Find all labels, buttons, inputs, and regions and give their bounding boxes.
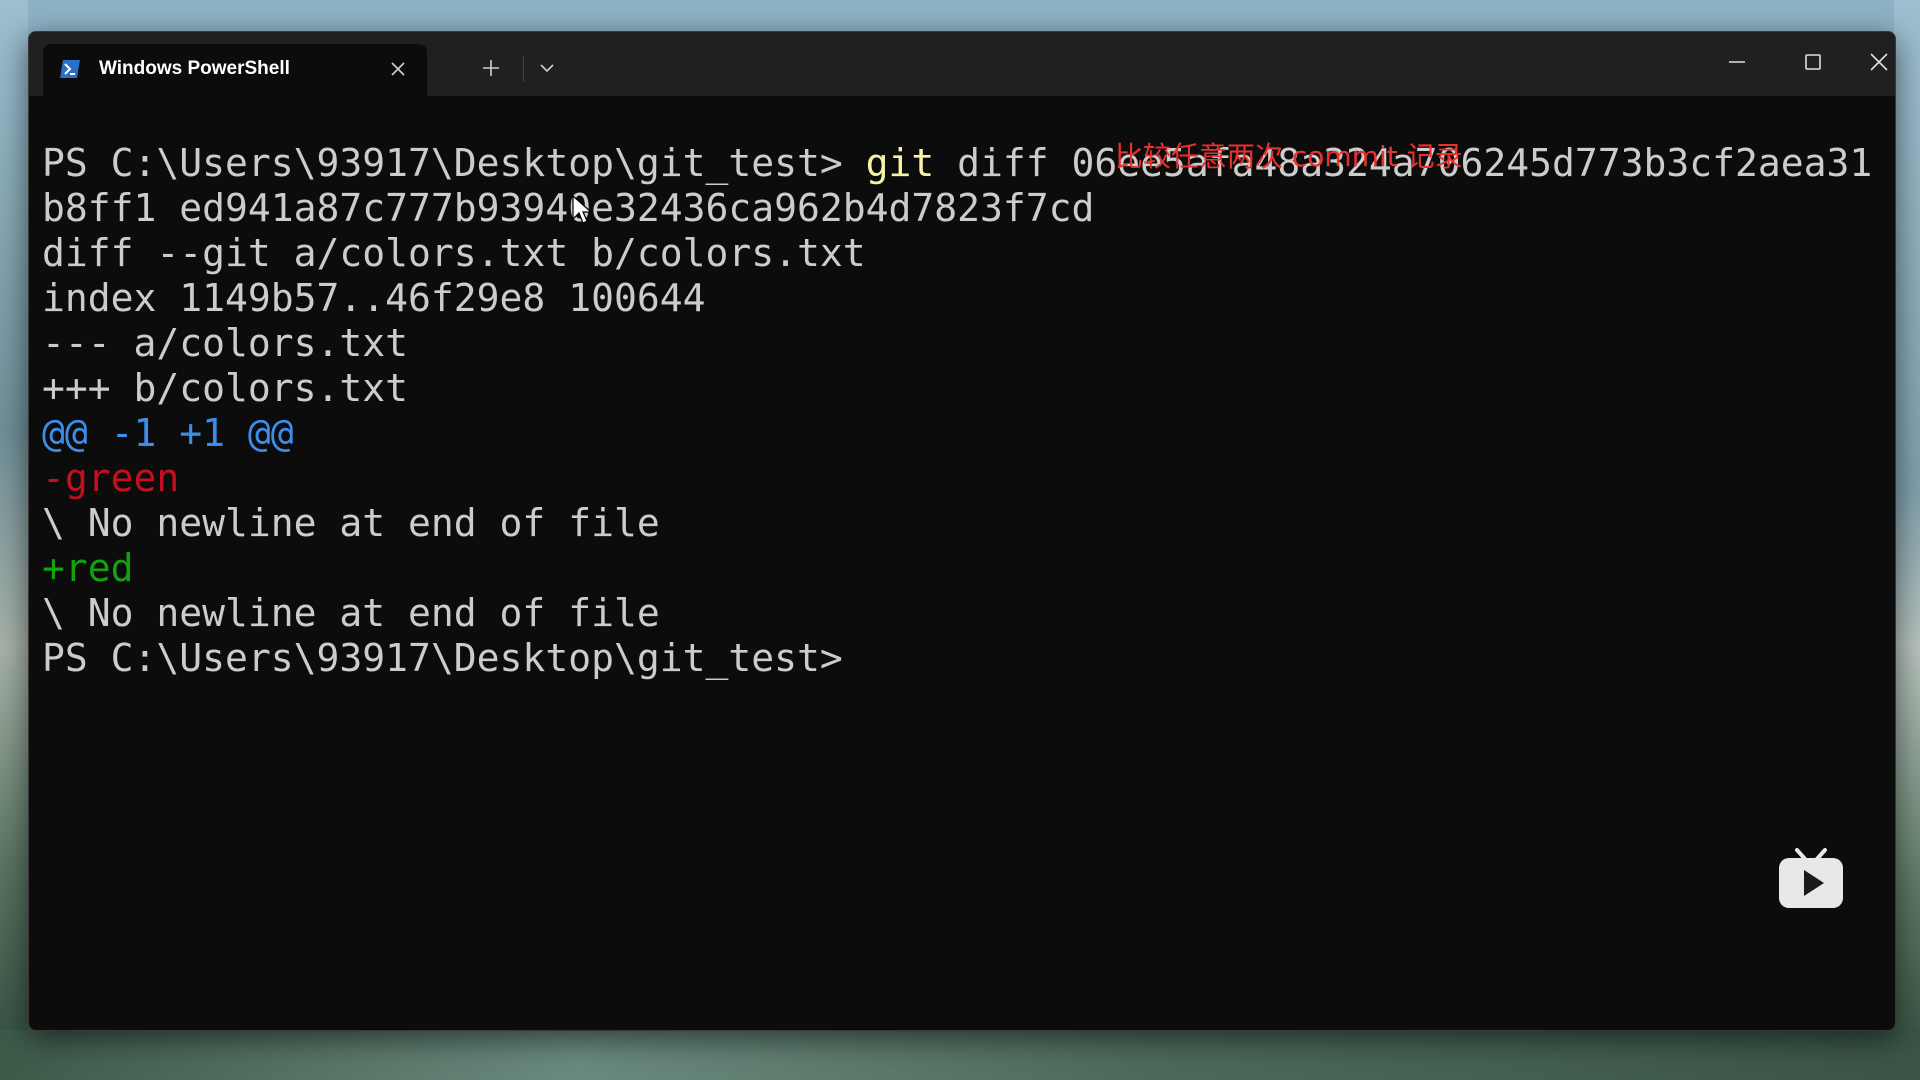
terminal-output[interactable]: PS C:\Users\93917\Desktop\git_test> git … [29,96,1895,1030]
terminal-prompt: PS C:\Users\93917\Desktop\git_test> [42,636,843,680]
minimize-icon[interactable] [1709,42,1765,82]
terminal-line: --- a/colors.txt [42,321,409,365]
close-icon[interactable] [385,56,411,82]
tab-title: Windows PowerShell [99,58,290,79]
plus-icon[interactable] [471,50,511,86]
terminal-window: Windows PowerShell PS C:\Users\93917\Des… [28,31,1896,1031]
desktop-wallpaper-left [0,0,28,1080]
bilibili-tv-play-icon [1777,846,1845,910]
annotation-text: 比较任意两次 commit 记录 [1115,140,1463,173]
powershell-icon [59,59,81,79]
diff-added-line: +red [42,546,134,590]
prompt-text: PS C:\Users\93917\Desktop\git_test> [42,141,866,185]
terminal-line: b8ff1 ed941a87c777b93940e32436ca962b4d78… [42,186,1095,230]
terminal-line: PS C:\Users\93917\Desktop\git_test> git … [42,141,1872,186]
terminal-line: \ No newline at end of file [42,591,660,635]
terminal-line: diff --git a/colors.txt b/colors.txt [42,231,866,275]
chevron-down-icon[interactable] [529,50,565,86]
terminal-line: \ No newline at end of file [42,501,660,545]
maximize-icon[interactable] [1785,42,1841,82]
diff-hunk-header: @@ -1 +1 @@ [42,411,294,455]
terminal-line: +++ b/colors.txt [42,366,409,410]
command-text: git [865,141,935,185]
diff-deleted-line: -green [42,456,180,500]
close-window-icon[interactable] [1859,42,1895,82]
tab-divider [523,56,524,82]
tab-windows-powershell[interactable]: Windows PowerShell [43,44,427,96]
desktop-wallpaper-right [1894,0,1920,1080]
terminal-line: index 1149b57..46f29e8 100644 [42,276,706,320]
desktop-wallpaper-bottom [0,1030,1920,1080]
mouse-cursor-icon [572,194,594,225]
title-bar[interactable]: Windows PowerShell [29,32,1895,96]
